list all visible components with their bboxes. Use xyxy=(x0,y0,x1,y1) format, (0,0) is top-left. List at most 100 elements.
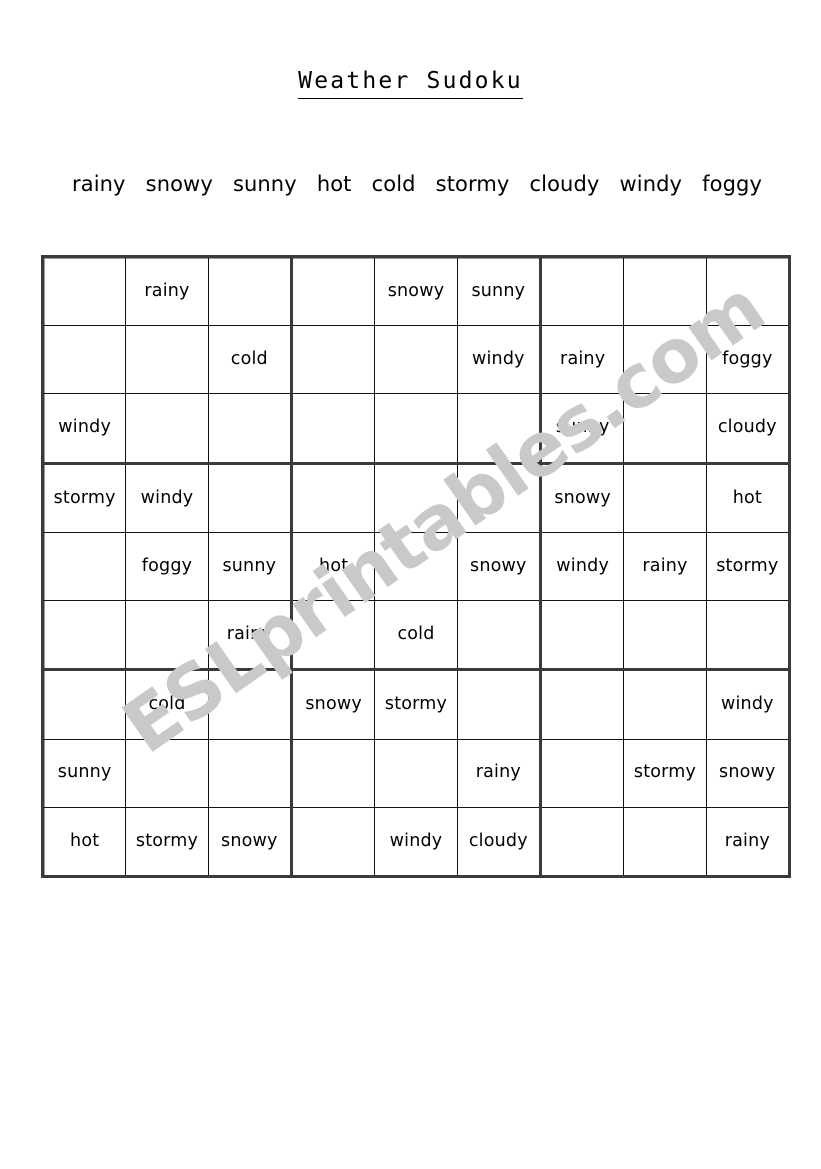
sudoku-cell-r9-c3[interactable]: snowy xyxy=(209,808,290,875)
sudoku-cell-r9-c4[interactable] xyxy=(293,807,376,875)
sudoku-cell-r9-c8[interactable] xyxy=(624,807,707,875)
sudoku-cell-r7-c6[interactable] xyxy=(458,671,539,738)
sudoku-cell-r7-c4[interactable]: snowy xyxy=(293,671,376,739)
sudoku-cell-r2-c3[interactable]: cold xyxy=(209,326,290,393)
sudoku-cell-r4-c6[interactable] xyxy=(458,465,539,532)
sudoku-cell-r4-c4[interactable] xyxy=(293,464,376,532)
sudoku-cell-r5-c3[interactable]: sunny xyxy=(209,533,290,600)
sudoku-cell-r9-c6[interactable]: cloudy xyxy=(458,808,539,875)
sudoku-cell-r2-c8[interactable] xyxy=(624,326,707,394)
sudoku-cell-r5-c7[interactable]: windy xyxy=(542,532,625,601)
sudoku-cell-r8-c1[interactable]: sunny xyxy=(44,739,127,807)
sudoku-cell-r3-c3[interactable] xyxy=(209,394,290,461)
sudoku-cell-r4-c8[interactable] xyxy=(624,464,707,532)
sudoku-cell-r5-c2[interactable]: foggy xyxy=(126,532,209,601)
sudoku-cell-r7-c7[interactable] xyxy=(542,671,625,739)
page-title: Weather Sudoku xyxy=(298,68,523,100)
sudoku-cell-r8-c4[interactable] xyxy=(293,739,376,807)
sudoku-cell-r1-c7[interactable] xyxy=(542,258,625,326)
sudoku-cell-r6-c6[interactable] xyxy=(458,601,539,668)
sudoku-cell-r3-c7[interactable]: sunny xyxy=(542,394,625,462)
sudoku-cell-r9-c2[interactable]: stormy xyxy=(126,807,209,875)
sudoku-cell-r8-c2[interactable] xyxy=(126,739,209,807)
sudoku-cell-r4-c7[interactable]: snowy xyxy=(542,464,625,532)
sudoku-cell-r5-c5[interactable] xyxy=(375,532,458,601)
sudoku-cell-r6-c9[interactable] xyxy=(707,601,788,668)
sudoku-cell-r3-c6[interactable] xyxy=(458,394,539,461)
sudoku-cell-r3-c1[interactable]: windy xyxy=(44,394,127,462)
sudoku-cell-r5-c1[interactable] xyxy=(44,532,127,601)
sudoku-row: snowy sunny xyxy=(293,258,539,327)
sudoku-cell-r5-c6[interactable]: snowy xyxy=(458,533,539,600)
sudoku-cell-r6-c7[interactable] xyxy=(542,601,625,669)
sudoku-cell-r2-c9[interactable]: foggy xyxy=(707,326,788,393)
sudoku-cell-r7-c9[interactable]: windy xyxy=(707,671,788,738)
sudoku-cell-r4-c3[interactable] xyxy=(209,465,290,532)
word-bank-item-stormy: stormy xyxy=(435,172,510,196)
sudoku-cell-r4-c5[interactable] xyxy=(375,464,458,532)
sudoku-row: stormy snowy xyxy=(542,739,788,808)
sudoku-cell-r2-c2[interactable] xyxy=(126,326,209,394)
sudoku-cell-r6-c8[interactable] xyxy=(624,601,707,669)
sudoku-cell-r8-c9[interactable]: snowy xyxy=(707,740,788,807)
sudoku-cell-r8-c6[interactable]: rainy xyxy=(458,740,539,807)
sudoku-cell-r2-c5[interactable] xyxy=(375,326,458,394)
sudoku-block-7: cold sunny hot stormy snowy xyxy=(44,671,293,876)
sudoku-cell-r9-c7[interactable] xyxy=(542,807,625,875)
sudoku-cell-r2-c6[interactable]: windy xyxy=(458,326,539,393)
sudoku-cell-r2-c4[interactable] xyxy=(293,326,376,394)
sudoku-band-3: cold sunny hot stormy snowy snowy stormy rainy w… xyxy=(44,671,788,876)
sudoku-cell-r6-c4[interactable] xyxy=(293,601,376,669)
sudoku-cell-r1-c8[interactable] xyxy=(624,258,707,326)
sudoku-cell-r1-c4[interactable] xyxy=(293,258,376,326)
sudoku-cell-r3-c2[interactable] xyxy=(126,394,209,462)
sudoku-cell-r9-c1[interactable]: hot xyxy=(44,807,127,875)
sudoku-cell-r7-c2[interactable]: cold xyxy=(126,671,209,739)
sudoku-cell-r3-c9[interactable]: cloudy xyxy=(707,394,788,461)
sudoku-row: sunny cloudy xyxy=(542,394,788,462)
word-bank-item-windy: windy xyxy=(619,172,683,196)
sudoku-cell-r1-c3[interactable] xyxy=(209,258,290,325)
sudoku-cell-r2-c7[interactable]: rainy xyxy=(542,326,625,394)
sudoku-cell-r9-c9[interactable]: rainy xyxy=(707,808,788,875)
sudoku-cell-r6-c1[interactable] xyxy=(44,601,127,669)
sudoku-row xyxy=(542,601,788,669)
sudoku-cell-r4-c1[interactable]: stormy xyxy=(44,464,127,532)
sudoku-cell-r7-c8[interactable] xyxy=(624,671,707,739)
sudoku-row: windy xyxy=(542,671,788,740)
sudoku-cell-r8-c3[interactable] xyxy=(209,740,290,807)
sudoku-cell-r5-c8[interactable]: rainy xyxy=(624,532,707,601)
sudoku-grid: rainy cold windy snowy sunny windy rainy foggy s… xyxy=(41,255,791,878)
sudoku-cell-r6-c5[interactable]: cold xyxy=(375,601,458,669)
sudoku-cell-r6-c3[interactable]: rainy xyxy=(209,601,290,668)
sudoku-row: rainy xyxy=(44,258,290,327)
sudoku-cell-r8-c8[interactable]: stormy xyxy=(624,739,707,807)
sudoku-block-9: windy stormy snowy rainy xyxy=(542,671,788,875)
sudoku-cell-r1-c1[interactable] xyxy=(44,258,127,326)
sudoku-cell-r7-c5[interactable]: stormy xyxy=(375,671,458,739)
sudoku-cell-r7-c3[interactable] xyxy=(209,671,290,738)
sudoku-cell-r5-c4[interactable]: hot xyxy=(293,532,376,601)
sudoku-cell-r1-c6[interactable]: sunny xyxy=(458,258,539,325)
sudoku-cell-r3-c8[interactable] xyxy=(624,394,707,462)
sudoku-cell-r1-c5[interactable]: snowy xyxy=(375,258,458,326)
sudoku-cell-r7-c1[interactable] xyxy=(44,671,127,739)
word-bank-item-cloudy: cloudy xyxy=(529,172,600,196)
worksheet-page: Weather Sudoku rainy snowy sunny hot col… xyxy=(0,0,821,1169)
sudoku-cell-r4-c9[interactable]: hot xyxy=(707,465,788,532)
sudoku-cell-r8-c7[interactable] xyxy=(542,739,625,807)
sudoku-cell-r9-c5[interactable]: windy xyxy=(375,807,458,875)
sudoku-cell-r1-c9[interactable] xyxy=(707,258,788,325)
sudoku-row: cold xyxy=(293,601,539,669)
sudoku-block-8: snowy stormy rainy windy cloudy xyxy=(293,671,542,876)
sudoku-cell-r4-c2[interactable]: windy xyxy=(126,464,209,532)
sudoku-cell-r5-c9[interactable]: stormy xyxy=(707,533,788,600)
sudoku-cell-r3-c5[interactable] xyxy=(375,394,458,462)
sudoku-cell-r1-c2[interactable]: rainy xyxy=(126,258,209,326)
word-bank-item-snowy: snowy xyxy=(145,172,213,196)
sudoku-cell-r2-c1[interactable] xyxy=(44,326,127,394)
sudoku-cell-r6-c2[interactable] xyxy=(126,601,209,669)
sudoku-cell-r3-c4[interactable] xyxy=(293,394,376,462)
sudoku-cell-r8-c5[interactable] xyxy=(375,739,458,807)
sudoku-row xyxy=(542,258,788,327)
